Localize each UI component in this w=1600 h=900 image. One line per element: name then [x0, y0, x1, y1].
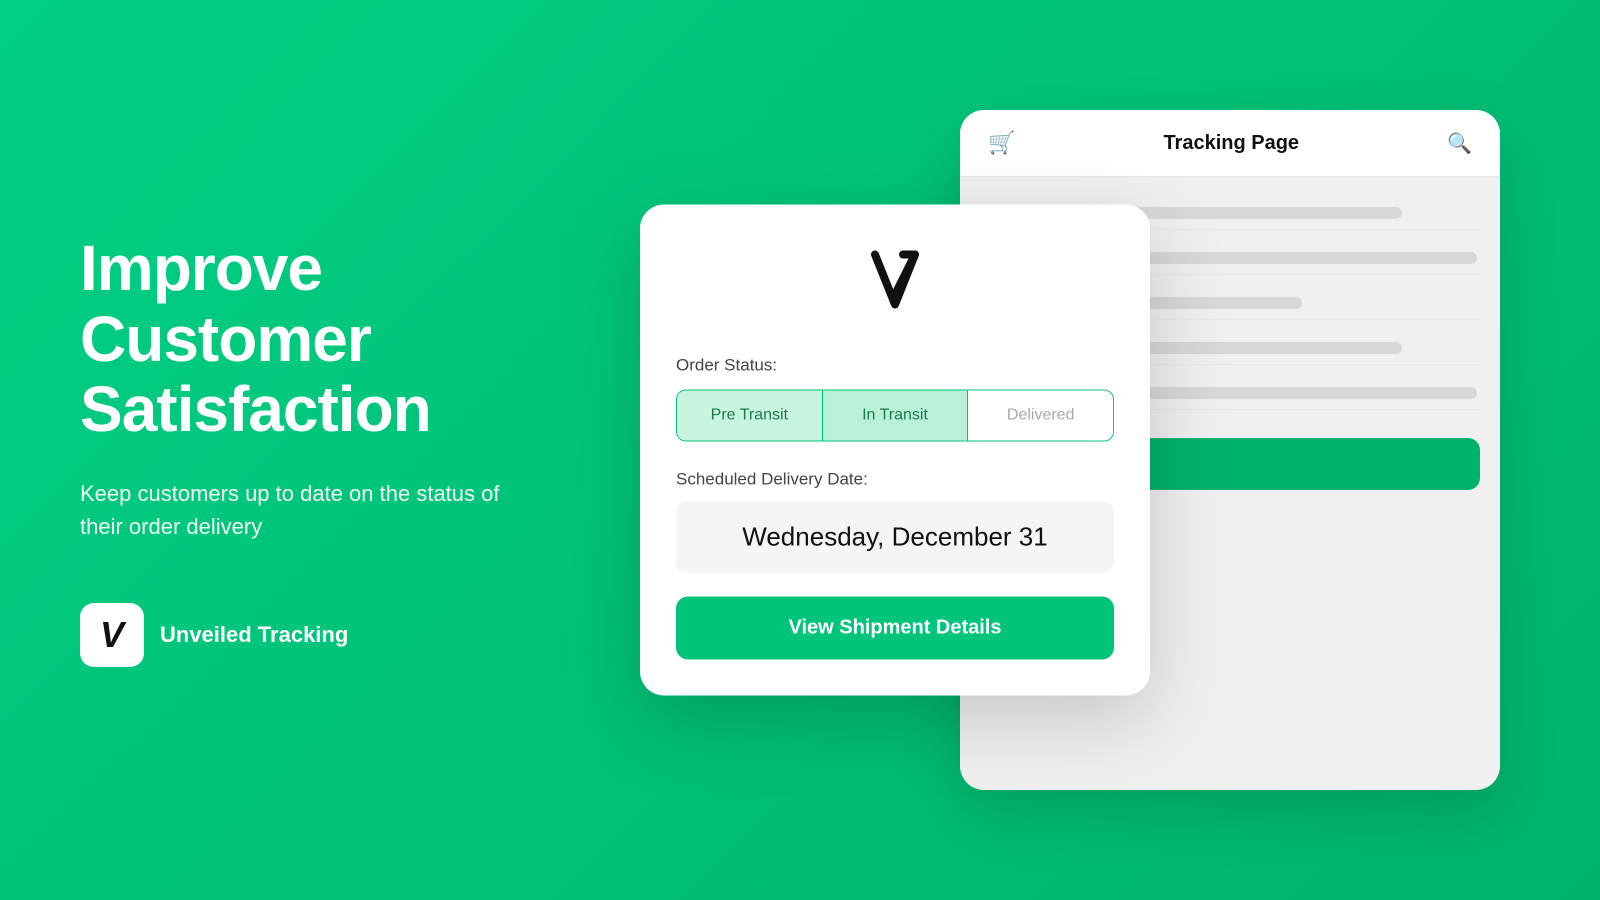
delivery-label: Scheduled Delivery Date: [676, 470, 1114, 490]
tracking-page-header: 🛒 Tracking Page 🔍 [960, 110, 1500, 177]
brand-name: Unveiled Tracking [160, 622, 348, 648]
tracking-page-title: Tracking Page [1015, 132, 1447, 155]
brand-logo-box: V [80, 603, 144, 667]
v-logo [676, 245, 1114, 324]
status-tabs: Pre Transit In Transit Delivered [676, 390, 1114, 442]
order-status-label: Order Status: [676, 356, 1114, 376]
headline: Improve Customer Satisfaction [80, 233, 600, 444]
brand-logo-letter: V [100, 617, 124, 653]
status-tab-delivered[interactable]: Delivered [968, 391, 1113, 441]
delivery-date-box: Wednesday, December 31 [676, 502, 1114, 573]
status-tab-in-transit[interactable]: In Transit [823, 391, 969, 441]
v-letter [865, 269, 925, 327]
view-shipment-button[interactable]: View Shipment Details [676, 597, 1114, 660]
cart-icon: 🛒 [988, 130, 1015, 156]
search-icon[interactable]: 🔍 [1447, 131, 1472, 156]
order-card: Order Status: Pre Transit In Transit Del… [640, 205, 1150, 696]
left-content: Improve Customer Satisfaction Keep custo… [80, 233, 600, 666]
brand-row: V Unveiled Tracking [80, 603, 600, 667]
delivery-date-text: Wednesday, December 31 [742, 522, 1047, 552]
status-tab-pre-transit[interactable]: Pre Transit [677, 391, 823, 441]
subtext: Keep customers up to date on the status … [80, 477, 500, 543]
main-container: Improve Customer Satisfaction Keep custo… [0, 0, 1600, 900]
right-content: 🛒 Tracking Page 🔍 [600, 0, 1520, 900]
